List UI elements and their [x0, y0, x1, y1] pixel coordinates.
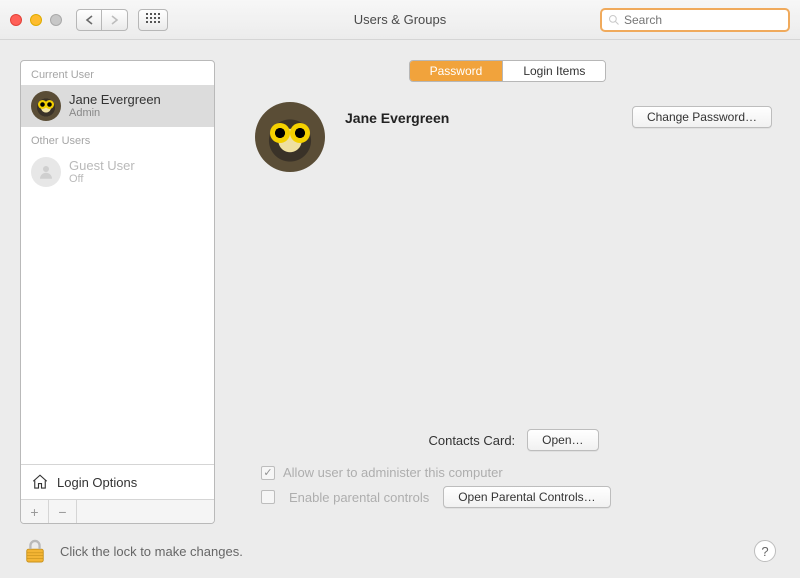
lower-controls: Contacts Card: Open… Allow user to admin…	[235, 429, 780, 514]
guest-avatar-icon	[31, 157, 61, 187]
contacts-card-row: Contacts Card: Open…	[255, 429, 772, 451]
sidebar-footer: + −	[21, 499, 214, 523]
guest-name-label: Guest User	[69, 159, 135, 173]
search-field-wrap[interactable]	[600, 8, 790, 32]
user-text: Guest User Off	[69, 159, 135, 185]
allow-admin-checkbox[interactable]	[261, 466, 275, 480]
allow-admin-row: Allow user to administer this computer	[261, 465, 772, 480]
login-options-label: Login Options	[57, 475, 137, 490]
tabbar: Password Login Items	[409, 60, 607, 82]
tab-password[interactable]: Password	[410, 61, 503, 81]
search-icon	[608, 14, 620, 26]
tab-login-items[interactable]: Login Items	[502, 61, 605, 81]
section-label-other: Other Users	[21, 127, 214, 151]
footer: Click the lock to make changes. ?	[0, 524, 800, 578]
show-all-button[interactable]	[138, 9, 168, 31]
parental-controls-checkbox[interactable]	[261, 490, 275, 504]
profile-display-name: Jane Evergreen	[345, 110, 449, 126]
back-button[interactable]	[76, 9, 102, 31]
section-label-current: Current User	[21, 61, 214, 85]
sidebar-item-current-user[interactable]: Jane Evergreen Admin	[21, 85, 214, 127]
user-text: Jane Evergreen Admin	[69, 93, 161, 119]
grid-icon	[146, 13, 160, 27]
password-pane: Jane Evergreen Change Password… Contacts…	[235, 82, 780, 524]
open-contacts-button[interactable]: Open…	[527, 429, 598, 451]
sidebar-item-guest-user[interactable]: Guest User Off	[21, 151, 214, 193]
forward-button[interactable]	[102, 9, 128, 31]
users-sidebar: Current User Jane Evergreen Admin Other …	[20, 60, 215, 524]
search-input[interactable]	[624, 13, 782, 27]
sidebar-footer-spacer	[77, 500, 214, 523]
remove-user-button[interactable]: −	[49, 500, 77, 523]
window-controls	[10, 14, 62, 26]
parental-controls-label: Enable parental controls	[289, 490, 429, 505]
titlebar: Users & Groups	[0, 0, 800, 40]
user-role-label: Admin	[69, 107, 161, 119]
content-area: Current User Jane Evergreen Admin Other …	[0, 40, 800, 524]
tabs: Password Login Items	[235, 60, 780, 82]
user-name-label: Jane Evergreen	[69, 93, 161, 107]
help-button[interactable]: ?	[754, 540, 776, 562]
chevron-right-icon	[110, 15, 119, 25]
main-panel: Password Login Items Jane Evergreen Chan…	[235, 60, 780, 524]
lock-hint-text: Click the lock to make changes.	[60, 544, 243, 559]
nav-buttons	[76, 9, 128, 31]
lock-icon[interactable]	[24, 538, 46, 564]
prefs-window: Users & Groups Current User Jane Evergre…	[0, 0, 800, 578]
profile-avatar-icon[interactable]	[255, 102, 325, 172]
users-list: Current User Jane Evergreen Admin Other …	[21, 61, 214, 464]
body: Current User Jane Evergreen Admin Other …	[0, 40, 800, 578]
owl-avatar-icon	[31, 91, 61, 121]
close-window-button[interactable]	[10, 14, 22, 26]
zoom-window-button[interactable]	[50, 14, 62, 26]
minimize-window-button[interactable]	[30, 14, 42, 26]
login-options-button[interactable]: Login Options	[21, 464, 214, 499]
profile-row: Jane Evergreen Change Password…	[255, 102, 772, 172]
chevron-left-icon	[85, 15, 94, 25]
change-password-button[interactable]: Change Password…	[632, 106, 772, 128]
parental-controls-row: Enable parental controls Open Parental C…	[261, 486, 772, 508]
add-user-button[interactable]: +	[21, 500, 49, 523]
house-icon	[31, 473, 49, 491]
allow-admin-label: Allow user to administer this computer	[283, 465, 503, 480]
guest-status-label: Off	[69, 173, 135, 185]
contacts-card-label: Contacts Card:	[428, 433, 515, 448]
open-parental-controls-button[interactable]: Open Parental Controls…	[443, 486, 610, 508]
